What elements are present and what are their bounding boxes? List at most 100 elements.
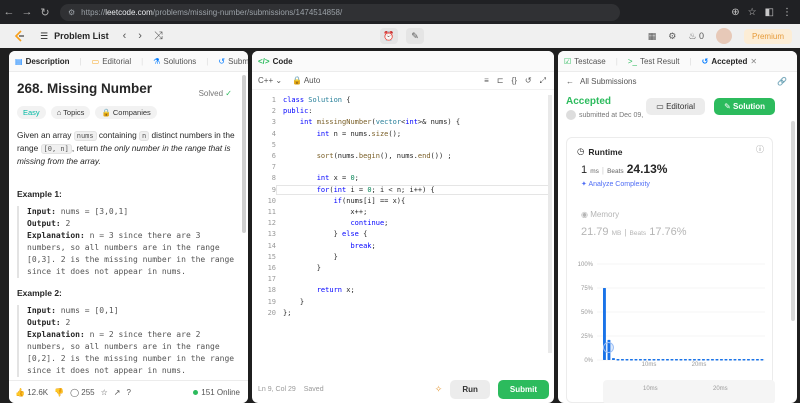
editor-scrollbar[interactable] bbox=[548, 95, 552, 353]
problem-statement: Given an array nums containing n distinc… bbox=[17, 129, 240, 167]
star-icon[interactable]: ☆ bbox=[748, 7, 757, 18]
description-footer: 👍 12.6K 👎 ◯ 255 ☆ ↗ ? 151 Online bbox=[9, 380, 248, 403]
inline-code: n bbox=[139, 131, 150, 141]
distribution-scrubber[interactable]: 10ms 20ms bbox=[603, 380, 775, 403]
next-problem-icon[interactable]: › bbox=[138, 30, 142, 43]
solution-button[interactable]: ✎ Solution bbox=[714, 98, 775, 115]
companies-chip[interactable]: 🔒 Companies bbox=[95, 106, 157, 119]
premium-button[interactable]: Premium bbox=[743, 28, 792, 44]
code-line[interactable]: class Solution { bbox=[283, 96, 350, 104]
layout-icon[interactable]: ▦ bbox=[648, 31, 657, 42]
mode-label: Auto bbox=[303, 76, 321, 85]
runtime-heading: ◷ Runtime bbox=[577, 146, 622, 157]
close-icon[interactable]: ✕ bbox=[750, 57, 757, 66]
line-number: 9 bbox=[271, 185, 276, 194]
ai-sparkle-icon[interactable]: ✧ bbox=[435, 384, 443, 395]
leetcode-logo[interactable] bbox=[14, 30, 26, 42]
code-line[interactable]: int n = nums.size(); bbox=[283, 130, 401, 138]
distribution-bar-tail bbox=[630, 359, 633, 361]
analyze-label: Analyze Complexity bbox=[588, 181, 650, 188]
result-panel: ☑ Testcase | >_ Test Result | ↺ Accepted ✕ … bbox=[558, 51, 797, 403]
back-to-submissions[interactable]: ← All Submissions 🔗 bbox=[558, 72, 797, 90]
shuffle-icon[interactable]: ⤨ bbox=[154, 30, 163, 43]
avatar[interactable] bbox=[715, 28, 732, 44]
runtime-beats: 24.13% bbox=[626, 162, 668, 176]
tab-test-result[interactable]: >_ Test Result bbox=[628, 57, 680, 66]
description-panel: ▤ Description | ▭ Editorial | ⚗ Solutions |… bbox=[9, 51, 248, 403]
back-icon[interactable]: ← bbox=[0, 6, 18, 18]
user-avatar[interactable] bbox=[566, 110, 576, 120]
code-line[interactable]: } bbox=[283, 264, 321, 272]
menu-icon[interactable]: ⋮ bbox=[782, 7, 792, 18]
code-line[interactable]: } else { bbox=[283, 230, 368, 238]
braces-icon[interactable]: {} bbox=[512, 76, 517, 86]
description-scrollbar[interactable] bbox=[242, 75, 246, 233]
tab-code[interactable]: </> Code bbox=[258, 57, 293, 66]
analyze-complexity-link[interactable]: ✦ Analyze Complexity bbox=[581, 180, 650, 188]
settings-icon[interactable]: ⚙ bbox=[668, 31, 676, 42]
comments-button[interactable]: ◯ 255 bbox=[70, 388, 95, 397]
share-icon[interactable]: ↗ bbox=[114, 388, 121, 397]
run-button[interactable]: Run bbox=[450, 379, 490, 399]
editorial-button[interactable]: ▭ Editorial bbox=[646, 98, 705, 115]
topics-chip[interactable]: ⌂ Topics bbox=[50, 106, 91, 119]
like-count: 12.6K bbox=[27, 387, 49, 397]
hamburger-icon[interactable]: ≡ bbox=[484, 76, 489, 86]
tab-label: Test Result bbox=[639, 56, 680, 66]
code-line[interactable]: int missingNumber(vector<int>& nums) { bbox=[283, 118, 460, 126]
tab-accepted[interactable]: ↺ Accepted ✕ bbox=[702, 57, 757, 66]
url-bar[interactable]: ⚙ https://leetcode.com/problems/missing-… bbox=[60, 3, 620, 21]
code-line[interactable]: } bbox=[283, 253, 338, 261]
code-line[interactable]: int x = 0; bbox=[283, 174, 359, 182]
tab-editorial[interactable]: ▭ Editorial bbox=[92, 57, 131, 66]
tab-description[interactable]: ▤ Description bbox=[15, 57, 70, 66]
prev-problem-icon[interactable]: ‹ bbox=[123, 30, 127, 43]
code-line[interactable]: if(nums[i] == x){ bbox=[283, 197, 406, 205]
site-info-icon[interactable]: ⚙ bbox=[68, 8, 75, 17]
runtime-distribution-chart[interactable]: 100% 75% 50% 25% 0% 10ms 20ms bbox=[571, 256, 769, 366]
explanation-label: Explanation: bbox=[27, 330, 85, 339]
inline-code: [0, n] bbox=[40, 144, 72, 154]
fullscreen-icon[interactable]: ⤢ bbox=[540, 76, 546, 86]
statement-text: Given an array bbox=[17, 130, 74, 140]
link-icon[interactable]: 🔗 bbox=[777, 77, 797, 86]
timer-icon[interactable]: ⏰ bbox=[380, 28, 398, 44]
line-number: 16 bbox=[267, 264, 276, 272]
tab-submissions[interactable]: ↺Submissions bbox=[218, 57, 248, 66]
forward-icon[interactable]: → bbox=[18, 6, 36, 18]
memory-heading[interactable]: ◉ Memory bbox=[581, 210, 619, 219]
problem-list-button[interactable]: ☰ Problem List bbox=[40, 31, 109, 42]
tab-testcase[interactable]: ☑ Testcase bbox=[564, 57, 606, 66]
reset-icon[interactable]: ↺ bbox=[525, 76, 532, 86]
bookmark-icon[interactable]: ⊏ bbox=[497, 76, 504, 86]
dislike-icon[interactable]: 👎 bbox=[54, 388, 64, 397]
extensions-icon[interactable]: ◧ bbox=[765, 7, 774, 18]
code-line[interactable]: return x; bbox=[283, 286, 355, 294]
reload-icon[interactable]: ↻ bbox=[36, 6, 54, 19]
distribution-bar-tail bbox=[706, 359, 710, 361]
submit-button[interactable]: Submit bbox=[497, 379, 549, 399]
code-line[interactable]: sort(nums.begin(), nums.end()) ; bbox=[283, 152, 452, 160]
distribution-bar-tail bbox=[657, 359, 660, 361]
result-scrollbar[interactable] bbox=[791, 121, 795, 321]
code-line[interactable]: } bbox=[283, 298, 304, 306]
notes-icon[interactable]: ✎ bbox=[406, 28, 424, 44]
streak-badge[interactable]: ♨ 0 bbox=[688, 31, 704, 42]
code-line[interactable]: }; bbox=[283, 309, 291, 317]
code-line[interactable]: break; bbox=[283, 242, 375, 250]
code-line[interactable]: for(int i = 0; i < n; i++) { bbox=[283, 186, 435, 194]
auto-mode[interactable]: 🔒 Auto bbox=[292, 76, 320, 85]
info-icon[interactable]: ⓘ bbox=[756, 144, 764, 155]
help-icon[interactable]: ? bbox=[127, 388, 131, 397]
like-button[interactable]: 👍 12.6K bbox=[15, 388, 48, 397]
zoom-icon[interactable]: ⊕ bbox=[731, 7, 739, 18]
code-line[interactable]: public: bbox=[283, 107, 313, 115]
favorite-icon[interactable]: ☆ bbox=[101, 388, 108, 397]
runtime-card: ◷ Runtime ⓘ 1 ms | Beats 24.13% ✦ Analyze… bbox=[566, 137, 775, 403]
code-line[interactable]: x++; bbox=[283, 208, 367, 216]
runtime-label: Runtime bbox=[588, 146, 623, 157]
code-editor[interactable]: 1 class Solution {2 public: 3 int missingNu… bbox=[252, 91, 554, 361]
language-select[interactable]: C++ ⌄ bbox=[258, 76, 282, 85]
code-line[interactable]: continue; bbox=[283, 219, 388, 227]
tab-solutions[interactable]: ⚗ Solutions bbox=[153, 57, 196, 66]
